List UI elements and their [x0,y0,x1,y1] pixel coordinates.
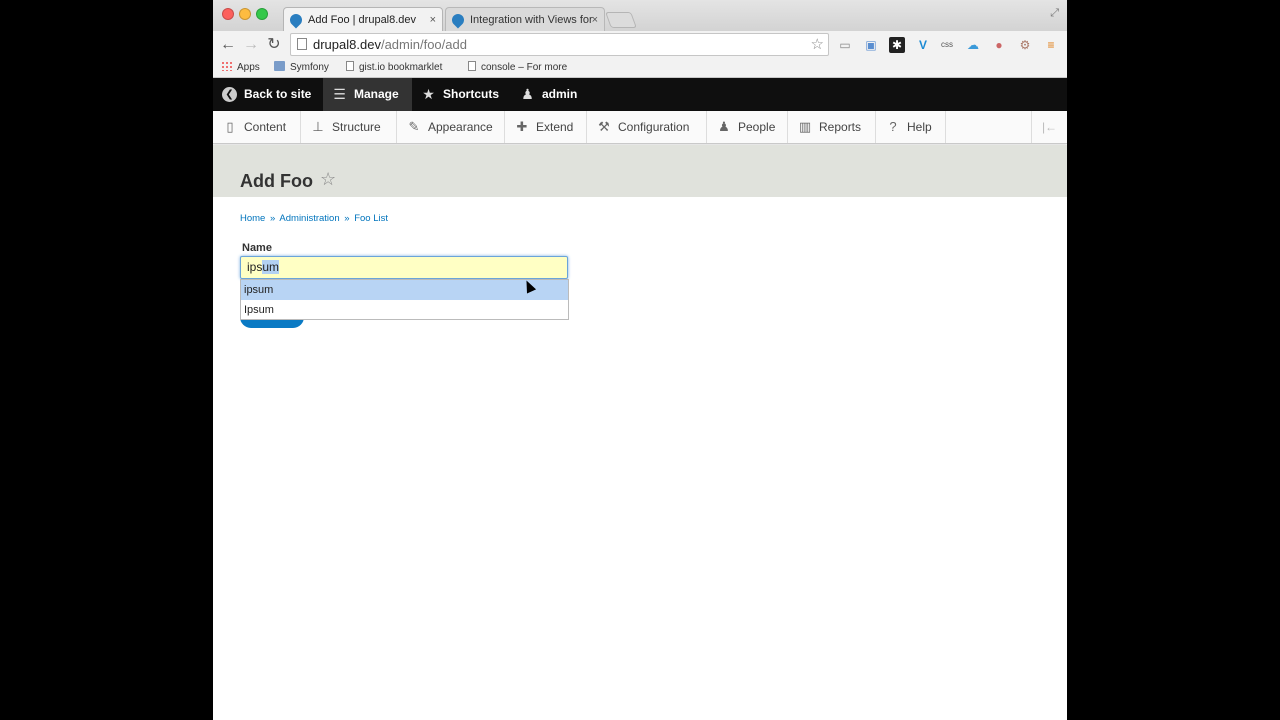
tray-item-structure[interactable]: ⊥ Structure [301,111,397,143]
manage-tab[interactable]: ☰ Manage [323,78,412,111]
input-autocomplete-selection: um [262,260,280,274]
tray-item-reports[interactable]: ▥ Reports [788,111,876,143]
file-icon [346,61,354,71]
tab-title: Integration with Views for [470,14,593,26]
input-typed-text: ips [247,260,263,274]
tray-item-extend[interactable]: ✚ Extend [505,111,587,143]
zoom-window-button[interactable] [256,8,268,20]
cloud-icon[interactable]: ☁ [965,37,981,53]
breadcrumb: Home » Administration » Foo List [240,213,388,224]
drupal-admin-toolbar: ❮ Back to site ☰ Manage ★ Shortcuts ♟ ad… [213,78,1067,111]
file-icon: ▯ [226,119,234,134]
file-icon [468,61,476,71]
autocomplete-option[interactable]: Ipsum [241,300,568,320]
new-tab-button[interactable] [605,12,637,28]
page-title: Add Foo [240,171,313,191]
brush-icon: ✎ [408,119,420,134]
screen-capture-icon[interactable]: ▣ [863,37,879,53]
page-header: Add Foo ☆ [213,145,1067,197]
bookmark-console[interactable]: console – For more [468,61,567,75]
tray-item-appearance[interactable]: ✎ Appearance [397,111,505,143]
apps-grid-icon [221,61,232,71]
bookmark-star-icon[interactable]: ☆ [811,34,824,55]
close-window-button[interactable] [222,8,234,20]
breadcrumb-administration[interactable]: Administration [279,213,339,224]
menu-icon: ☰ [333,86,346,102]
cast-icon[interactable]: ▭ [837,37,853,53]
autocomplete-dropdown: ipsum Ipsum [240,279,569,320]
css-icon[interactable]: css [939,37,955,53]
tray-orientation-toggle-icon[interactable]: |← [1031,111,1067,143]
tray-item-configuration[interactable]: ⚒ Configuration [587,111,707,143]
page-icon [297,38,307,50]
puzzle-icon: ✚ [516,119,528,134]
people-icon: ♟ [718,119,730,134]
breadcrumb-home[interactable]: Home [240,213,265,224]
admin-user-tab[interactable]: ♟ admin [511,78,591,111]
bar-chart-icon: ▥ [798,119,812,134]
tab-integration-views[interactable]: Integration with Views for × [445,7,605,31]
drupal-favicon-icon [287,11,305,29]
help-icon: ? [889,119,897,134]
browser-toolbar: ← → ↻ drupal8.dev/admin/foo/add ☆ ▭ ▣ ✱ … [213,31,1067,59]
shortcuts-tab[interactable]: ★ Shortcuts [412,78,508,111]
wrench-icon: ⚒ [598,119,610,134]
url-path: /admin/foo/add [380,37,467,52]
tab-close-icon[interactable]: × [592,8,598,31]
shortcut-star-icon[interactable]: ☆ [320,169,336,190]
autocomplete-option[interactable]: ipsum [241,280,568,300]
tab-title: Add Foo | drupal8.dev [308,14,417,26]
minimize-window-button[interactable] [239,8,251,20]
back-arrow-icon[interactable]: ← [218,35,238,55]
drupal-favicon-icon [449,11,467,29]
tray-item-content[interactable]: ▯ Content [213,111,301,143]
url-host: drupal8.dev [313,37,381,52]
browser-window: Add Foo | drupal8.dev × Integration with… [213,0,1067,720]
extension-puzzle-icon[interactable]: ✱ [889,37,905,53]
bookmark-apps[interactable]: Apps [221,61,260,75]
tab-bar: Add Foo | drupal8.dev × Integration with… [213,0,1067,31]
address-bar[interactable]: drupal8.dev/admin/foo/add ☆ [290,33,829,56]
tray-item-people[interactable]: ♟ People [707,111,788,143]
name-field-label: Name [242,242,272,254]
breadcrumb-foo-list[interactable]: Foo List [354,213,388,224]
user-icon: ♟ [521,86,534,102]
chrome-menu-icon[interactable]: ≡ [1043,37,1059,53]
structure-icon: ⊥ [312,119,324,134]
tab-close-icon[interactable]: × [430,8,436,31]
bookmark-symfony[interactable]: Symfony [274,61,329,75]
bookmarks-bar: Apps Symfony gist.io bookmarklet console… [213,59,1067,78]
reload-icon[interactable]: ↻ [264,35,284,55]
chevron-left-circle-icon: ❮ [222,87,237,102]
forward-arrow-icon[interactable]: → [241,35,261,55]
fullscreen-icon[interactable]: ⤢ [1050,7,1059,20]
bookmark-gist[interactable]: gist.io bookmarklet [346,61,442,75]
vimeo-icon[interactable]: V [915,37,931,53]
tab-add-foo[interactable]: Add Foo | drupal8.dev × [283,7,443,31]
back-to-site-link[interactable]: ❮ Back to site [213,78,323,111]
extension-off-icon[interactable]: ⚙ [1017,37,1033,53]
manage-tray: ▯ Content ⊥ Structure ✎ Appearance ✚ Ext… [213,111,1067,144]
star-icon: ★ [422,86,435,102]
tray-item-help[interactable]: ? Help [876,111,946,143]
name-input[interactable]: ipsum [240,256,568,279]
pomodoro-icon[interactable]: ● [991,37,1007,53]
folder-icon [274,61,285,71]
breadcrumb-separator: » [269,213,276,224]
breadcrumb-separator: » [344,213,350,224]
